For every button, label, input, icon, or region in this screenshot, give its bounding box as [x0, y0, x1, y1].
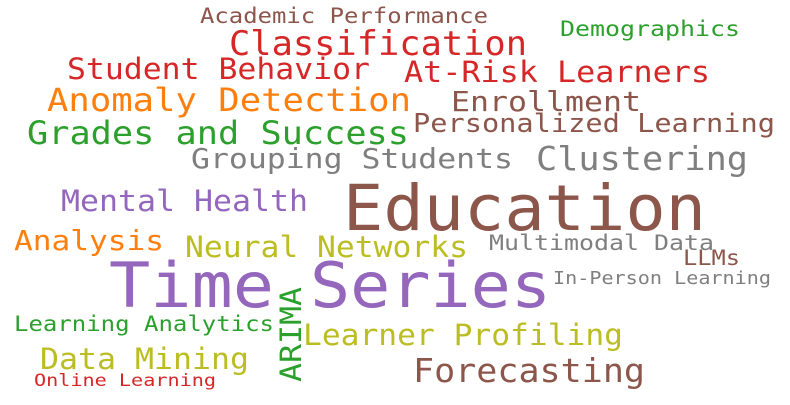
word-student-behavior: Student Behavior	[67, 52, 370, 86]
word-data-mining: Data Mining	[40, 342, 249, 376]
word-at-risk-learners: At-Risk Learners	[404, 55, 710, 89]
word-forecasting: Forecasting	[413, 351, 645, 390]
word-anomaly-detection: Anomaly Detection	[47, 81, 411, 119]
word-learning-analytics: Learning Analytics	[14, 312, 274, 336]
word-series: Series	[310, 249, 551, 322]
word-personalized-learning: Personalized Learning	[413, 109, 775, 139]
word-grouping-students: Grouping Students	[191, 142, 513, 175]
word-arima: ARIMA	[274, 287, 308, 382]
word-online-learning: Online Learning	[34, 371, 217, 391]
word-mental-health: Mental Health	[61, 184, 308, 218]
word-demographics: Demographics	[560, 17, 740, 41]
word-clustering: Clustering	[536, 139, 748, 178]
word-learner-profiling: Learner Profiling	[303, 318, 623, 352]
word-cloud: Academic Performance Demographics Classi…	[0, 0, 790, 405]
word-in-person-learning: In-Person Learning	[553, 268, 771, 289]
word-time: Time	[109, 249, 274, 322]
word-llms: LLMs	[683, 246, 740, 270]
